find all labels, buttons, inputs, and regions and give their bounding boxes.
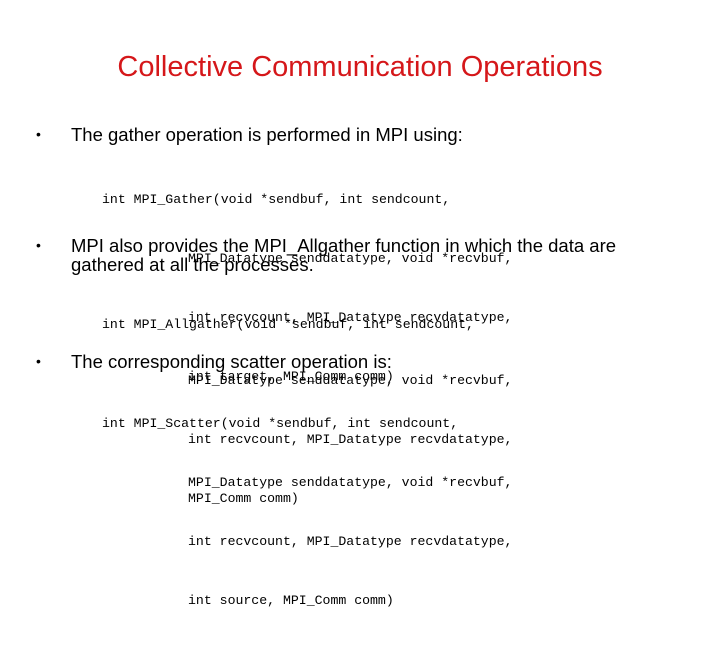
bullet-text: The corresponding scatter operation is: bbox=[71, 351, 392, 372]
bullet-text: The gather operation is performed in MPI… bbox=[71, 124, 463, 145]
code-line: int MPI_Allgather(void *sendbuf, int sen… bbox=[102, 317, 474, 333]
slide-title: Collective Communication Operations bbox=[117, 51, 603, 83]
slide: Collective Communication Operations • Th… bbox=[0, 0, 720, 608]
code-line: int MPI_Gather(void *sendbuf, int sendco… bbox=[102, 192, 451, 208]
code-line: int source, MPI_Comm comm) bbox=[188, 592, 394, 608]
code-line: int MPI_Scatter(void *sendbuf, int sendc… bbox=[102, 416, 459, 432]
bullet-icon: • bbox=[36, 237, 41, 253]
code-block-scatter: int MPI_Scatter(void *sendbuf, int sendc… bbox=[102, 375, 512, 649]
bullet-icon: • bbox=[36, 126, 41, 142]
bullet-icon: • bbox=[36, 353, 41, 369]
bullet-text: MPI also provides the MPI_Allgather func… bbox=[71, 235, 617, 275]
code-line: MPI_Datatype senddatatype, void *recvbuf… bbox=[188, 474, 513, 490]
code-line: int recvcount, MPI_Datatype recvdatatype… bbox=[188, 533, 513, 549]
